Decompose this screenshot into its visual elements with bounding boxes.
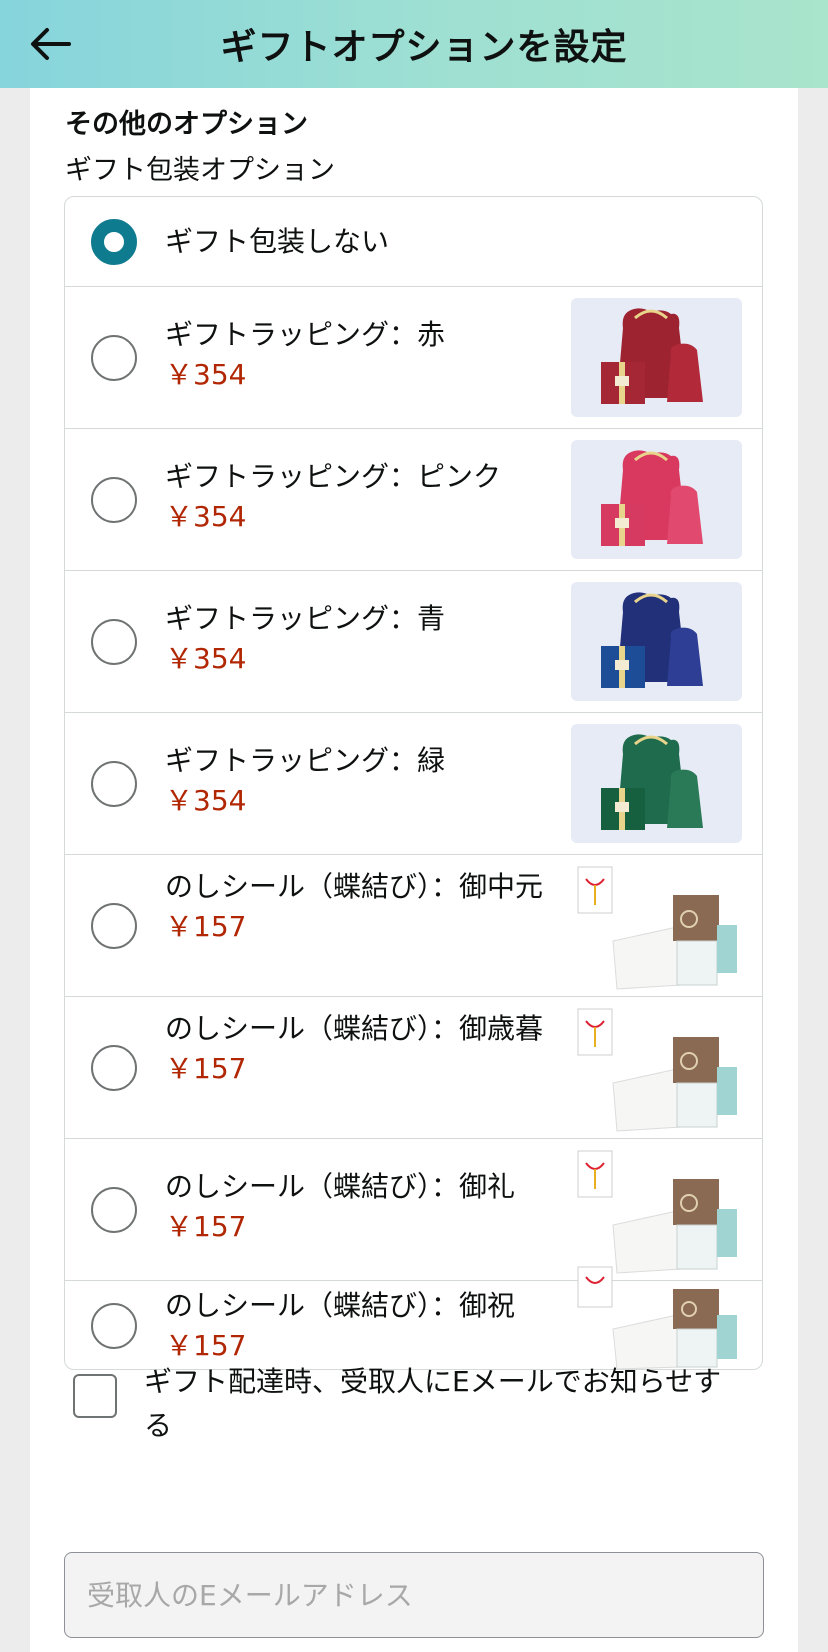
option-wrap-pink[interactable]: ギフトラッピング：ピンク ￥354: [65, 429, 762, 571]
noshi-seal-image: [577, 1149, 742, 1274]
option-price: ￥157: [165, 910, 247, 943]
section-title: その他のオプション: [65, 109, 308, 140]
gift-bag-image: [571, 440, 742, 559]
noshi-seal-image: [577, 1265, 742, 1369]
option-no-wrap[interactable]: ギフト包装しない: [65, 197, 762, 287]
radio-button[interactable]: [91, 1045, 137, 1091]
option-text: のしシール（蝶結び）：御歳暮 ￥157: [165, 1009, 555, 1089]
option-price: ￥354: [165, 500, 247, 533]
option-price: ￥354: [165, 642, 247, 675]
option-wrap-green[interactable]: ギフトラッピング：緑 ￥354: [65, 713, 762, 855]
radio-button[interactable]: [91, 335, 137, 381]
radio-button[interactable]: [91, 619, 137, 665]
wrap-options-list: ギフト包装しない ギフトラッピング：赤 ￥354 ギフトラッピング：ピンク ￥3…: [64, 196, 763, 1370]
page-title: ギフトオプションを設定: [220, 27, 628, 68]
section-subtitle: ギフト包装オプション: [65, 155, 335, 186]
option-text: ギフトラッピング：ピンク ￥354: [165, 457, 555, 537]
option-noshi-ochugen[interactable]: のしシール（蝶結び）：御中元 ￥157: [65, 855, 762, 997]
option-noshi-orei[interactable]: のしシール（蝶結び）：御礼 ￥157: [65, 1139, 762, 1281]
option-price: ￥354: [165, 358, 247, 391]
option-wrap-blue[interactable]: ギフトラッピング：青 ￥354: [65, 571, 762, 713]
arrow-left-icon: [31, 28, 71, 60]
option-price: ￥157: [165, 1210, 247, 1243]
option-label: ギフト包装しない: [165, 225, 390, 258]
radio-button[interactable]: [91, 477, 137, 523]
option-label: ギフトラッピング：緑: [165, 744, 446, 777]
option-text: のしシール（蝶結び）：御礼 ￥157: [165, 1167, 555, 1247]
radio-button[interactable]: [91, 1303, 137, 1349]
noshi-seal-image: [577, 1007, 742, 1132]
option-wrap-red[interactable]: ギフトラッピング：赤 ￥354: [65, 287, 762, 429]
gift-bag-image: [571, 582, 742, 701]
option-noshi-oiwai[interactable]: のしシール（蝶結び）：御祝 ￥157: [65, 1266, 762, 1369]
option-text: ギフトラッピング：赤 ￥354: [165, 315, 555, 395]
option-text: のしシール（蝶結び）：御祝 ￥157: [165, 1286, 555, 1366]
option-text: ギフトラッピング：緑 ￥354: [165, 741, 555, 821]
gift-bag-image: [571, 724, 742, 843]
option-noshi-oseibo[interactable]: のしシール（蝶結び）：御歳暮 ￥157: [65, 997, 762, 1139]
option-text: ギフトラッピング：青 ￥354: [165, 599, 555, 679]
option-label: ギフトラッピング：赤: [165, 318, 446, 351]
app-header: ギフトオプションを設定: [0, 0, 828, 88]
back-button[interactable]: [22, 16, 78, 72]
option-label: ギフトラッピング：ピンク: [165, 460, 502, 493]
recipient-email-input[interactable]: [64, 1552, 764, 1638]
option-label: ギフトラッピング：青: [165, 602, 446, 635]
notify-checkbox[interactable]: [73, 1374, 117, 1418]
option-label: のしシール（蝶結び）：御祝: [165, 1289, 516, 1322]
option-label: のしシール（蝶結び）：御歳暮: [165, 1012, 544, 1045]
radio-button[interactable]: [91, 1187, 137, 1233]
radio-button[interactable]: [91, 761, 137, 807]
gift-bag-image: [571, 298, 742, 417]
radio-button[interactable]: [91, 903, 137, 949]
option-label: のしシール（蝶結び）：御中元: [165, 870, 544, 903]
option-price: ￥354: [165, 784, 247, 817]
option-price: ￥157: [165, 1052, 247, 1085]
option-label: のしシール（蝶結び）：御礼: [165, 1170, 516, 1203]
option-text: のしシール（蝶結び）：御中元 ￥157: [165, 867, 555, 947]
noshi-seal-image: [577, 865, 742, 990]
notify-label: ギフト配達時、受取人にEメールでお知らせする: [144, 1365, 722, 1442]
radio-button[interactable]: [91, 219, 137, 265]
